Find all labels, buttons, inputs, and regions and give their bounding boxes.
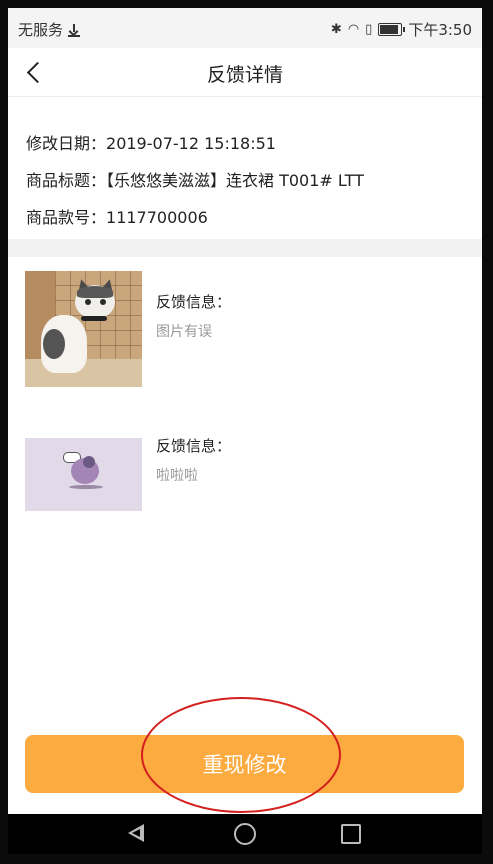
- feedback-item-1: 反馈信息： 图片有误: [8, 271, 482, 391]
- feedback-text: 啦啦啦: [156, 468, 198, 484]
- product-info: 修改日期：2019-07-12 15:18:51 商品标题：【乐悠悠美滋滋】连衣…: [8, 97, 482, 239]
- product-title-label: 商品标题：: [26, 171, 107, 190]
- system-nav-bar: [8, 814, 482, 854]
- modify-date-value: 2019-07-12 15:18:51: [106, 134, 276, 153]
- sim-icon: ▯: [365, 22, 373, 37]
- page-title: 反馈详情: [206, 64, 283, 86]
- battery-level: [380, 25, 399, 34]
- modify-date-label: 修改日期：: [26, 134, 107, 153]
- status-right: ✱ ◠ ▯ 下午3:50: [331, 19, 472, 40]
- cat-photo: [25, 271, 142, 387]
- system-home-icon[interactable]: [234, 823, 256, 845]
- feedback-label: 反馈信息：: [156, 293, 232, 311]
- feedback-image-sticker[interactable]: [25, 438, 142, 511]
- product-title-value: 【乐悠悠美滋滋】连衣裙 T001# LTT: [106, 171, 364, 190]
- product-title-row: 商品标题：【乐悠悠美滋滋】连衣裙 T001# LTT: [26, 167, 364, 191]
- feedback-image-cat[interactable]: [25, 271, 142, 387]
- battery-icon: [378, 23, 406, 36]
- product-code-row: 商品款号：1117700006: [26, 204, 208, 228]
- feedback-text: 图片有误: [156, 324, 212, 340]
- section-divider: [8, 239, 482, 257]
- feedback-item-2: 反馈信息： 啦啦啦: [8, 418, 482, 528]
- carrier-text: 无服务: [18, 21, 64, 39]
- download-icon: [67, 23, 81, 37]
- modify-date-row: 修改日期：2019-07-12 15:18:51: [26, 130, 276, 154]
- feedback-label: 反馈信息：: [156, 437, 232, 455]
- status-bar: 无服务 ✱ ◠ ▯ 下午3:50: [8, 8, 482, 48]
- sticker-photo: [25, 438, 142, 511]
- nav-bar: 反馈详情: [8, 48, 482, 97]
- status-left: 无服务: [18, 19, 81, 40]
- system-recents-icon[interactable]: [341, 824, 361, 844]
- product-code-label: 商品款号：: [26, 208, 107, 227]
- phone-screen: 无服务 ✱ ◠ ▯ 下午3:50 反馈详情 修改日期：2019-07-12 15…: [8, 8, 482, 814]
- bluetooth-icon: ✱: [330, 22, 342, 37]
- wifi-icon: ◠: [347, 22, 360, 37]
- resubmit-button[interactable]: 重现修改: [25, 735, 464, 793]
- clock-text: 下午3:50: [408, 21, 472, 39]
- product-code-value: 1117700006: [106, 208, 208, 227]
- system-back-icon[interactable]: [128, 824, 148, 844]
